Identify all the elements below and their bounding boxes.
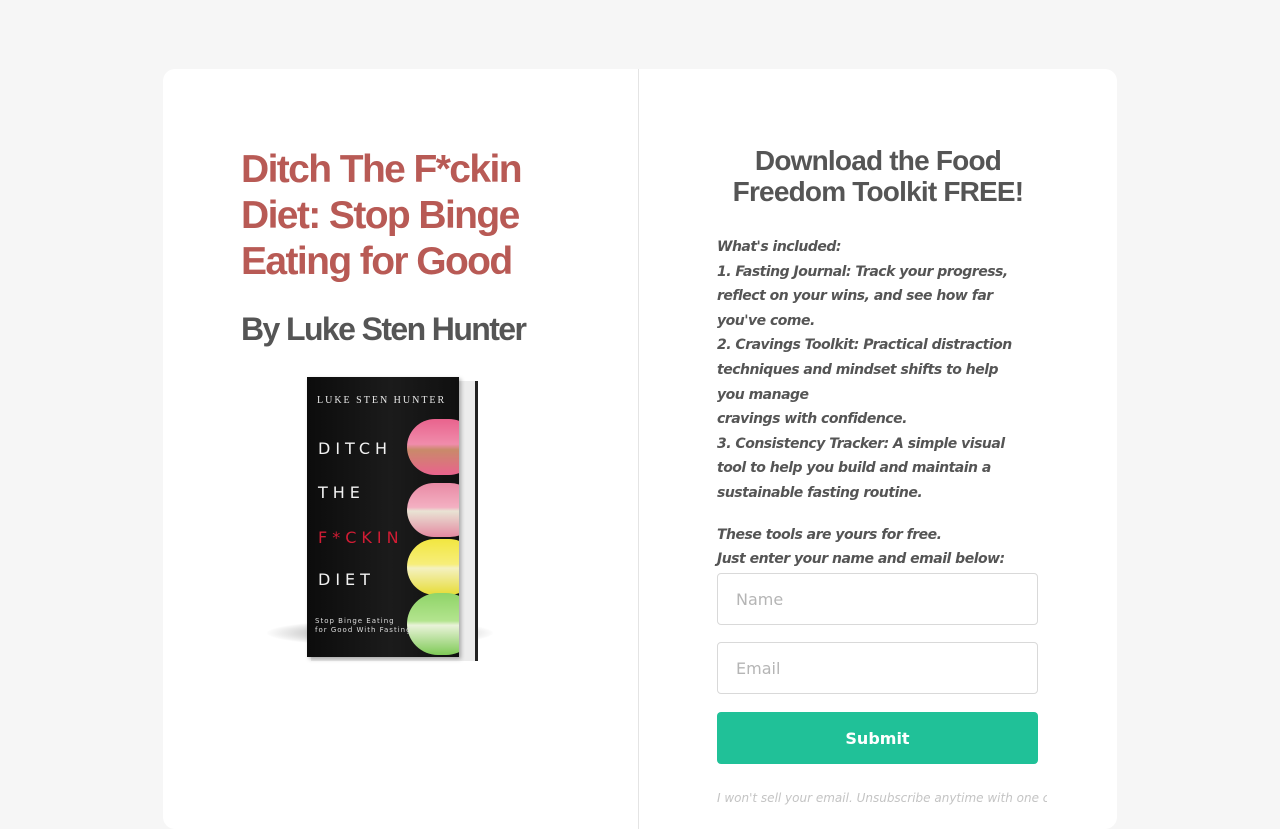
landing-card: Ditch The F*ckin Diet: Stop Binge Eating… (163, 69, 1117, 829)
submit-button[interactable]: Submit (717, 712, 1038, 764)
book-cover-image: LUKE STEN HUNTER DITCH THE F*CKIN DIET S… (267, 375, 497, 675)
cover-title-line-1: DITCH (318, 439, 393, 458)
book-panel: Ditch The F*ckin Diet: Stop Binge Eating… (163, 69, 639, 829)
light-pink-macaron-icon (407, 483, 459, 537)
description-line: 3. Consistency Tracker: A simple visual … (717, 435, 1005, 501)
book-title: Ditch The F*ckin Diet: Stop Binge Eating… (241, 148, 523, 283)
pink-macaron-icon (407, 419, 459, 475)
description-line: cravings with confidence. (717, 411, 907, 428)
email-input[interactable] (717, 642, 1038, 694)
signup-panel: Download the Food Freedom Toolkit FREE! … (639, 69, 1117, 829)
cover-title-line-3: F*CKIN (318, 528, 404, 547)
cover-title-line-4: DIET (318, 570, 375, 589)
green-macaron-icon (407, 593, 459, 655)
yellow-macaron-icon (407, 539, 459, 595)
description-line: 2. Cravings Toolkit: Practical distracti… (717, 337, 1012, 403)
name-input[interactable] (717, 573, 1038, 625)
book-cover: LUKE STEN HUNTER DITCH THE F*CKIN DIET S… (307, 377, 459, 657)
toolkit-description: What's included: 1. Fasting Journal: Tra… (717, 235, 1029, 572)
closing-line: Just enter your name and email below: (717, 551, 1005, 568)
cover-title-line-2: THE (318, 483, 365, 502)
privacy-footnote: I won't sell your email. Unsubscribe any… (717, 791, 1047, 805)
cover-subtitle: Stop Binge Eating for Good With Fasting (315, 617, 412, 634)
description-line: 1. Fasting Journal: Track your progress,… (717, 263, 1008, 329)
form-title: Download the Food Freedom Toolkit FREE! (732, 145, 1025, 207)
closing-line: These tools are yours for free. (717, 526, 942, 543)
cover-author: LUKE STEN HUNTER (317, 395, 447, 406)
author-line: By Luke Sten Hunter (241, 311, 527, 347)
description-line: What's included: (717, 239, 842, 255)
